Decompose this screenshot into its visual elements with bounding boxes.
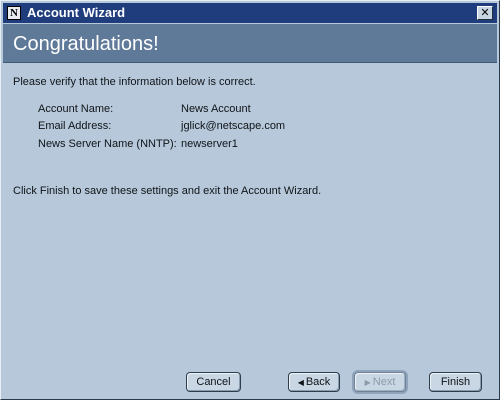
window-title: Account Wizard: [27, 5, 126, 20]
cancel-button-label: Cancel: [196, 376, 231, 388]
news-server-label: News Server Name (NNTP):: [38, 138, 177, 150]
account-name-label: Account Name:: [38, 103, 114, 115]
close-icon: ✕: [480, 6, 490, 19]
next-button-label: Next: [372, 376, 396, 388]
finish-button-label: Finish: [440, 376, 471, 388]
close-window-button[interactable]: ✕: [477, 6, 493, 20]
news-server-value: newserver1: [181, 138, 238, 150]
finish-instruction-text: Click Finish to save these settings and …: [13, 185, 322, 197]
netscape-app-icon: N: [7, 6, 21, 20]
email-address-label: Email Address:: [38, 120, 112, 132]
page-title: Congratulations!: [13, 33, 159, 55]
back-arrow-icon: ◀: [297, 378, 304, 387]
intro-text: Please verify that the information below…: [13, 76, 256, 88]
next-arrow-icon: ▶: [364, 378, 371, 387]
title-bar[interactable]: N Account Wizard ✕: [3, 3, 497, 23]
account-name-value: News Account: [181, 103, 251, 115]
back-button[interactable]: ◀ Back: [288, 372, 340, 392]
email-address-value: jglick@netscape.com: [181, 120, 286, 132]
account-wizard-window: N Account Wizard ✕ Congratulations! Plea…: [0, 0, 500, 400]
wizard-header: Congratulations!: [3, 24, 497, 63]
back-button-label: Back: [305, 376, 331, 388]
next-button[interactable]: ▶ Next: [354, 372, 406, 392]
cancel-button[interactable]: Cancel: [186, 372, 241, 392]
finish-button[interactable]: Finish: [429, 372, 482, 392]
